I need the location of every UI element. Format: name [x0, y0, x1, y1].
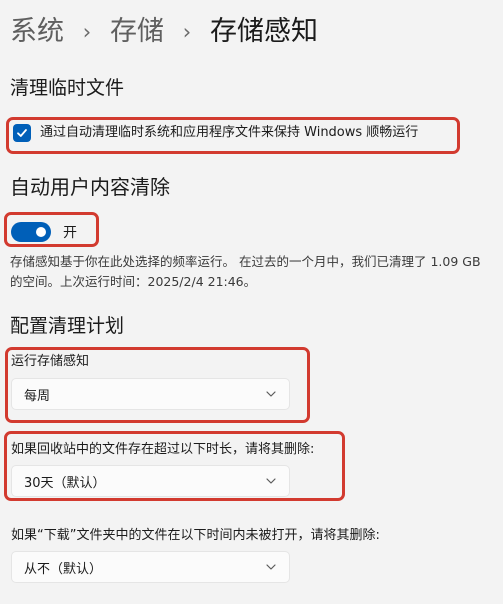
downloads-label: 如果“下载”文件夹中的文件在以下时间内未被打开，请将其删除: [11, 528, 380, 543]
checkmark-icon [17, 129, 27, 137]
recycle-bin-dropdown[interactable]: 30天（默认） [11, 465, 290, 497]
chevron-right-icon: › [82, 20, 92, 44]
chevron-down-icon [266, 391, 276, 397]
run-frequency-value: 每周 [24, 388, 51, 404]
auto-cleanup-toggle[interactable] [11, 222, 51, 242]
cleanup-temp-checkbox-label: 通过自动清理临时系统和应用程序文件来保持 Windows 顺畅运行 [40, 125, 419, 140]
downloads-dropdown[interactable]: 从不（默认） [11, 551, 290, 583]
downloads-value: 从不（默认） [24, 561, 103, 577]
recycle-bin-value: 30天（默认） [24, 475, 106, 491]
cleanup-temp-checkbox[interactable] [13, 124, 31, 142]
recycle-bin-label: 如果回收站中的文件存在超过以下时长，请将其删除: [11, 442, 315, 457]
breadcrumb-item-storage[interactable]: 存储 [110, 12, 164, 52]
chevron-down-icon [266, 478, 276, 484]
chevron-down-icon [266, 564, 276, 570]
breadcrumb: 系统 › 存储 › 存储感知 [10, 12, 318, 52]
section-title-cleanup-temp: 清理临时文件 [10, 77, 125, 99]
chevron-right-icon: › [182, 20, 192, 44]
toggle-state-label: 开 [63, 225, 77, 241]
page-title: 存储感知 [210, 16, 318, 47]
section-title-schedule: 配置清理计划 [10, 315, 125, 337]
auto-cleanup-description: 存储感知基于你在此处选择的频率运行。 在过去的一个月中，我们已清理了 1.09 … [10, 254, 481, 289]
cleanup-temp-checkbox-row[interactable]: 通过自动清理临时系统和应用程序文件来保持 Windows 顺畅运行 [13, 122, 418, 144]
breadcrumb-item-system[interactable]: 系统 [10, 12, 64, 52]
auto-cleanup-toggle-row[interactable]: 开 [11, 221, 77, 243]
run-storage-sense-label: 运行存储感知 [11, 354, 90, 369]
section-title-auto-cleanup: 自动用户内容清除 [10, 175, 170, 199]
run-frequency-dropdown[interactable]: 每周 [11, 378, 290, 410]
toggle-thumb [36, 227, 46, 237]
